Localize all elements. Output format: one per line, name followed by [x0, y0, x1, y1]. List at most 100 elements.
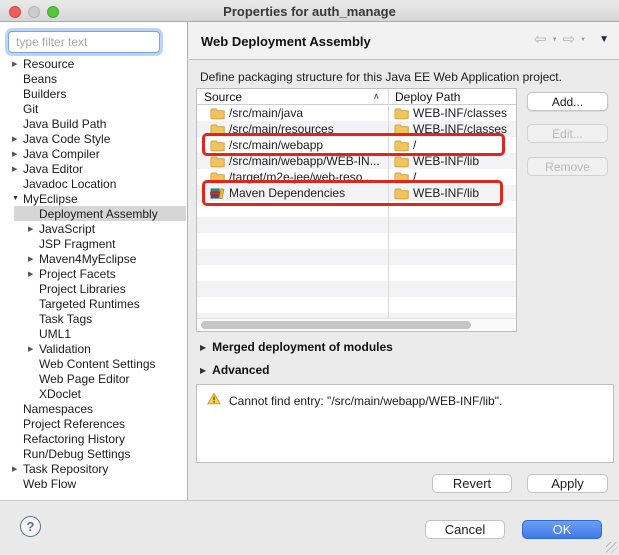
tree-item-label: Deployment Assembly [39, 207, 158, 221]
table-row-src-main-java[interactable]: /src/main/javaWEB-INF/classes [197, 105, 516, 121]
cancel-button[interactable]: Cancel [425, 520, 505, 539]
folder-icon [210, 139, 225, 152]
tree-item-java-editor[interactable]: ▶Java Editor [0, 161, 186, 176]
deploy-path-text: WEB-INF/lib [413, 154, 479, 168]
tree-collapsed-arrow-icon[interactable]: ▶ [28, 270, 39, 278]
tree-item-resource[interactable]: ▶Resource [0, 56, 186, 71]
tree-item-maven4myeclipse[interactable]: ▶Maven4MyEclipse [0, 251, 186, 266]
forward-arrow-icon[interactable]: ⇨ [563, 32, 576, 47]
tree-item-deployment-assembly[interactable]: Deployment Assembly [0, 206, 186, 221]
title-bar[interactable]: Properties for auth_manage [0, 0, 619, 22]
tree-item-myeclipse[interactable]: ▼MyEclipse [0, 191, 186, 206]
section-advanced[interactable]: ▶ Advanced [200, 363, 270, 377]
folder-icon [394, 107, 409, 120]
tree-item-task-tags[interactable]: Task Tags [0, 311, 186, 326]
tree-collapsed-arrow-icon[interactable]: ▶ [12, 150, 23, 158]
deploy-path-cell[interactable]: WEB-INF/classes [388, 122, 516, 136]
resize-grip[interactable] [606, 542, 617, 553]
tree-item-uml1[interactable]: UML1 [0, 326, 186, 341]
tree-item-run-debug-settings[interactable]: Run/Debug Settings [0, 446, 186, 461]
tree-item-javascript[interactable]: ▶JavaScript [0, 221, 186, 236]
tree-item-git[interactable]: Git [0, 101, 186, 116]
tree-expanded-arrow-icon[interactable]: ▼ [12, 195, 23, 202]
remove-button[interactable]: Remove [527, 157, 608, 176]
source-cell[interactable]: /target/m2e-jee/web-reso... [197, 170, 388, 184]
tree-item-label: Java Code Style [23, 132, 110, 146]
revert-button[interactable]: Revert [432, 474, 512, 493]
table-header[interactable]: Source ∧ Deploy Path [197, 89, 516, 105]
tree-item-jsp-fragment[interactable]: JSP Fragment [0, 236, 186, 251]
table-row-empty [197, 265, 516, 281]
tree-item-web-page-editor[interactable]: Web Page Editor [0, 371, 186, 386]
folder-icon [394, 187, 409, 200]
tree-item-project-facets[interactable]: ▶Project Facets [0, 266, 186, 281]
tree-item-web-content-settings[interactable]: Web Content Settings [0, 356, 186, 371]
section-merged-deployment[interactable]: ▶ Merged deployment of modules [200, 340, 393, 354]
source-cell[interactable]: Maven Dependencies [197, 186, 388, 200]
warning-icon [207, 392, 221, 410]
tree-item-web-flow[interactable]: Web Flow [0, 476, 186, 491]
add-button[interactable]: Add... [527, 92, 608, 111]
deploy-path-cell[interactable]: / [388, 170, 516, 184]
help-button[interactable]: ? [20, 516, 41, 537]
table-row-src-main-resources[interactable]: /src/main/resourcesWEB-INF/classes [197, 121, 516, 137]
tree-item-project-libraries[interactable]: Project Libraries [0, 281, 186, 296]
tree-item-builders[interactable]: Builders [0, 86, 186, 101]
scrollbar-thumb[interactable] [201, 321, 471, 329]
column-header-deploy-path[interactable]: Deploy Path [395, 90, 460, 104]
ok-button[interactable]: OK [522, 520, 602, 539]
tree-item-validation[interactable]: ▶Validation [0, 341, 186, 356]
filter-input[interactable] [8, 31, 160, 53]
tree-item-java-build-path[interactable]: Java Build Path [0, 116, 186, 131]
tree-collapsed-arrow-icon[interactable]: ▶ [12, 135, 23, 143]
apply-button[interactable]: Apply [527, 474, 608, 493]
tree-collapsed-arrow-icon[interactable]: ▶ [28, 255, 39, 263]
tree-item-label: JavaScript [39, 222, 95, 236]
tree-item-namespaces[interactable]: Namespaces [0, 401, 186, 416]
tree-item-java-compiler[interactable]: ▶Java Compiler [0, 146, 186, 161]
tree-item-targeted-runtimes[interactable]: Targeted Runtimes [0, 296, 186, 311]
tree-collapsed-arrow-icon[interactable]: ▶ [12, 60, 23, 68]
tree-item-xdoclet[interactable]: XDoclet [0, 386, 186, 401]
table-row-src-main-webapp[interactable]: /src/main/webapp/ [197, 137, 516, 153]
edit-button[interactable]: Edit... [527, 124, 608, 143]
table-row-target-m2e-jee-web-reso[interactable]: /target/m2e-jee/web-reso... / [197, 169, 516, 185]
deploy-path-cell[interactable]: WEB-INF/lib [388, 154, 516, 168]
tree-item-label: Web Flow [23, 477, 76, 491]
horizontal-scrollbar[interactable] [197, 318, 516, 331]
warning-box: Cannot find entry: "/src/main/webapp/WEB… [196, 384, 614, 463]
tree-item-refactoring-history[interactable]: Refactoring History [0, 431, 186, 446]
tree-item-label: Maven4MyEclipse [39, 252, 136, 266]
back-arrow-icon[interactable]: ⇦ [534, 32, 547, 47]
source-cell[interactable]: /src/main/resources [197, 122, 388, 136]
tree-collapsed-arrow-icon[interactable]: ▶ [12, 165, 23, 173]
tree-item-java-code-style[interactable]: ▶Java Code Style [0, 131, 186, 146]
tree-item-label: Task Repository [23, 462, 108, 476]
forward-dropdown-icon[interactable]: ▼ [578, 37, 588, 43]
tree-item-label: XDoclet [39, 387, 81, 401]
tree-item-project-references[interactable]: Project References [0, 416, 186, 431]
deploy-path-cell[interactable]: WEB-INF/classes [388, 106, 516, 120]
tree-item-beans[interactable]: Beans [0, 71, 186, 86]
column-header-source[interactable]: Source [204, 90, 242, 104]
deploy-path-cell[interactable]: WEB-INF/lib [388, 186, 516, 200]
tree-item-label: UML1 [39, 327, 71, 341]
table-row-empty [197, 249, 516, 265]
back-dropdown-icon[interactable]: ▼ [550, 37, 560, 43]
source-cell[interactable]: /src/main/webapp [197, 138, 388, 152]
tree-collapsed-arrow-icon[interactable]: ▶ [28, 225, 39, 233]
source-cell[interactable]: /src/main/java [197, 106, 388, 120]
deploy-path-cell[interactable]: / [388, 138, 516, 152]
source-cell[interactable]: /src/main/webapp/WEB-IN... [197, 154, 388, 168]
table-row-maven-dependencies[interactable]: Maven DependenciesWEB-INF/lib [197, 185, 516, 201]
tree-item-javadoc-location[interactable]: Javadoc Location [0, 176, 186, 191]
deploy-path-text: / [413, 170, 416, 184]
page-header: Web Deployment Assembly ⇦ ▼ ⇨ ▼ ▼ [189, 22, 619, 60]
table-row-empty [197, 201, 516, 217]
table-row-src-main-webapp-web-in[interactable]: /src/main/webapp/WEB-IN... WEB-INF/lib [197, 153, 516, 169]
tree-collapsed-arrow-icon[interactable]: ▶ [28, 345, 39, 353]
tree-collapsed-arrow-icon[interactable]: ▶ [12, 465, 23, 473]
view-menu-icon[interactable]: ▼ [599, 34, 609, 45]
tree-item-task-repository[interactable]: ▶Task Repository [0, 461, 186, 476]
folder-icon [210, 171, 225, 184]
